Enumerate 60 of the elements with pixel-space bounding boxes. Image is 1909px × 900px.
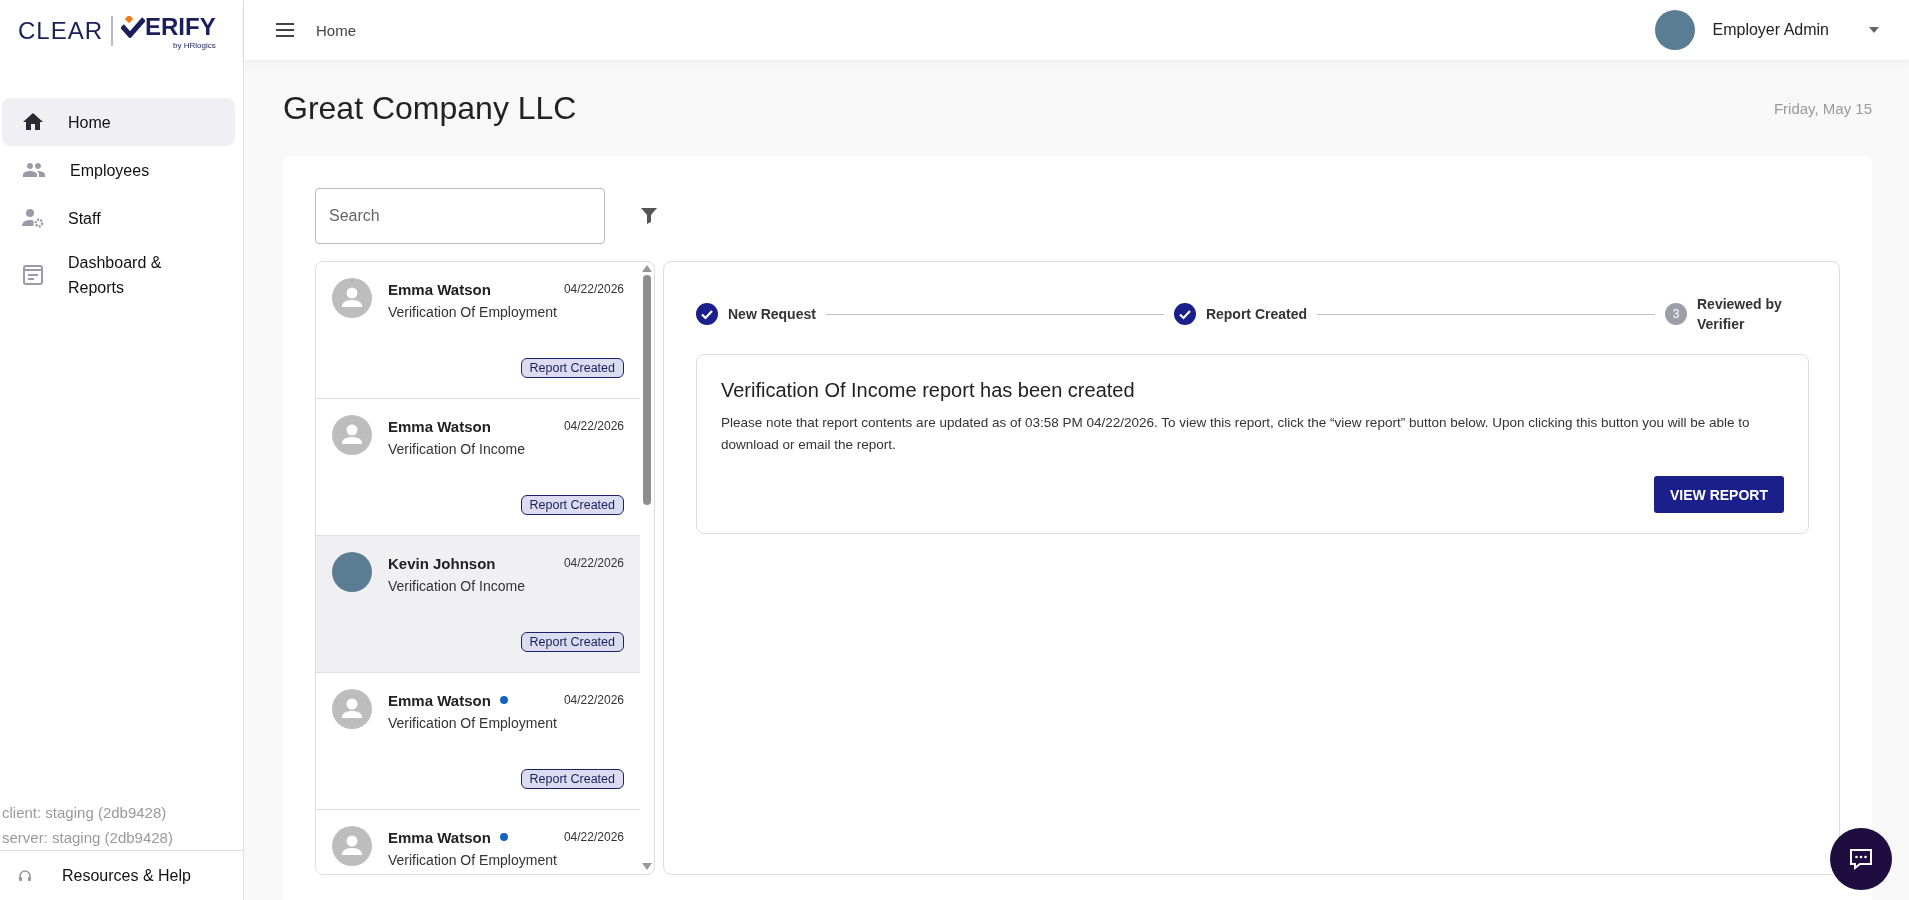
step-label: New Request (728, 305, 816, 324)
step-label: Reviewed by Verifier (1697, 295, 1783, 334)
avatar-icon (332, 689, 372, 729)
document-icon (20, 263, 46, 287)
request-type: Verification Of Employment (388, 715, 558, 731)
request-date: 04/22/2026 (563, 556, 624, 570)
person-gear-icon (20, 206, 46, 230)
report-message: Please note that report contents are updated as of 03:58 PM 04/22/2026. To view this report, click the “view report” button below. Upon clicking this button you will be able to download or email the report. (721, 414, 1751, 454)
status-badge: Report Created (520, 495, 624, 515)
status-badge: Report Created (520, 769, 624, 789)
request-type: Verification Of Income (388, 578, 526, 594)
status-badge: Report Created (520, 358, 624, 378)
breadcrumb: Home (316, 21, 356, 39)
search-field[interactable]: Search (315, 188, 605, 244)
view-report-button[interactable]: VIEW REPORT (1654, 476, 1784, 513)
sidebar-item[interactable]: Dashboard & Reports (2, 242, 235, 308)
sidebar-item[interactable]: Home (2, 98, 235, 146)
scrollbar-thumb[interactable] (643, 275, 651, 505)
scroll-down-icon[interactable] (642, 863, 652, 870)
person-name: Emma Watson (388, 417, 491, 435)
request-type: Verification Of Employment (388, 304, 558, 320)
request-date: 04/22/2026 (563, 419, 624, 433)
person-name: Emma Watson (388, 280, 491, 298)
sidebar-item[interactable]: Employees (2, 146, 235, 194)
avatar-photo-placeholder (1654, 10, 1695, 50)
user-name[interactable]: Employer Admin (1712, 21, 1829, 39)
checkmark-icon (121, 15, 146, 38)
page-title: Great Company LLC (283, 89, 577, 127)
report-title: Verification Of Income report has been created (721, 379, 1136, 402)
request-date: 04/22/2026 (563, 282, 624, 296)
avatar-photo-placeholder (332, 552, 372, 592)
headset-icon (18, 868, 32, 883)
step-label: Report Created (1205, 305, 1308, 324)
person-name: Emma Watson (388, 691, 491, 709)
person-name: Emma Watson (388, 828, 491, 846)
scroll-up-icon[interactable] (642, 265, 652, 272)
request-item[interactable]: Kevin Johnson 04/22/2026 Verification Of Income Report Created (316, 536, 640, 673)
menu-icon[interactable] (276, 23, 294, 37)
sidebar-item[interactable]: Staff (2, 194, 235, 242)
chat-icon (1848, 847, 1874, 871)
filter-icon[interactable] (641, 208, 657, 224)
request-item[interactable]: Emma Watson 04/22/2026 Verification Of Employment Report Created (316, 262, 640, 399)
logo-byline: by HRlogics (173, 40, 216, 50)
person-name: Kevin Johnson (388, 554, 496, 572)
logo-text: CLEAR (18, 17, 104, 45)
request-date: 04/22/2026 (563, 693, 624, 707)
step-number: 3 (1665, 303, 1687, 325)
avatar-icon (332, 278, 372, 318)
request-type: Verification Of Income (388, 441, 526, 457)
logo-text: ERIFY (121, 12, 216, 41)
caret-icon[interactable] (1869, 27, 1879, 33)
version-text: server: staging (2db9428) (1, 828, 174, 848)
avatar-icon (332, 415, 372, 455)
status-badge: Report Created (520, 632, 624, 652)
date-text: Friday, May 15 (1773, 99, 1872, 117)
avatar-icon (332, 826, 372, 866)
help-link[interactable]: Resources & Help (62, 866, 191, 885)
request-type: Verification Of Employment (388, 852, 558, 868)
request-date: 04/22/2026 (563, 830, 624, 844)
version-text: client: staging (2db9428) (1, 803, 168, 823)
